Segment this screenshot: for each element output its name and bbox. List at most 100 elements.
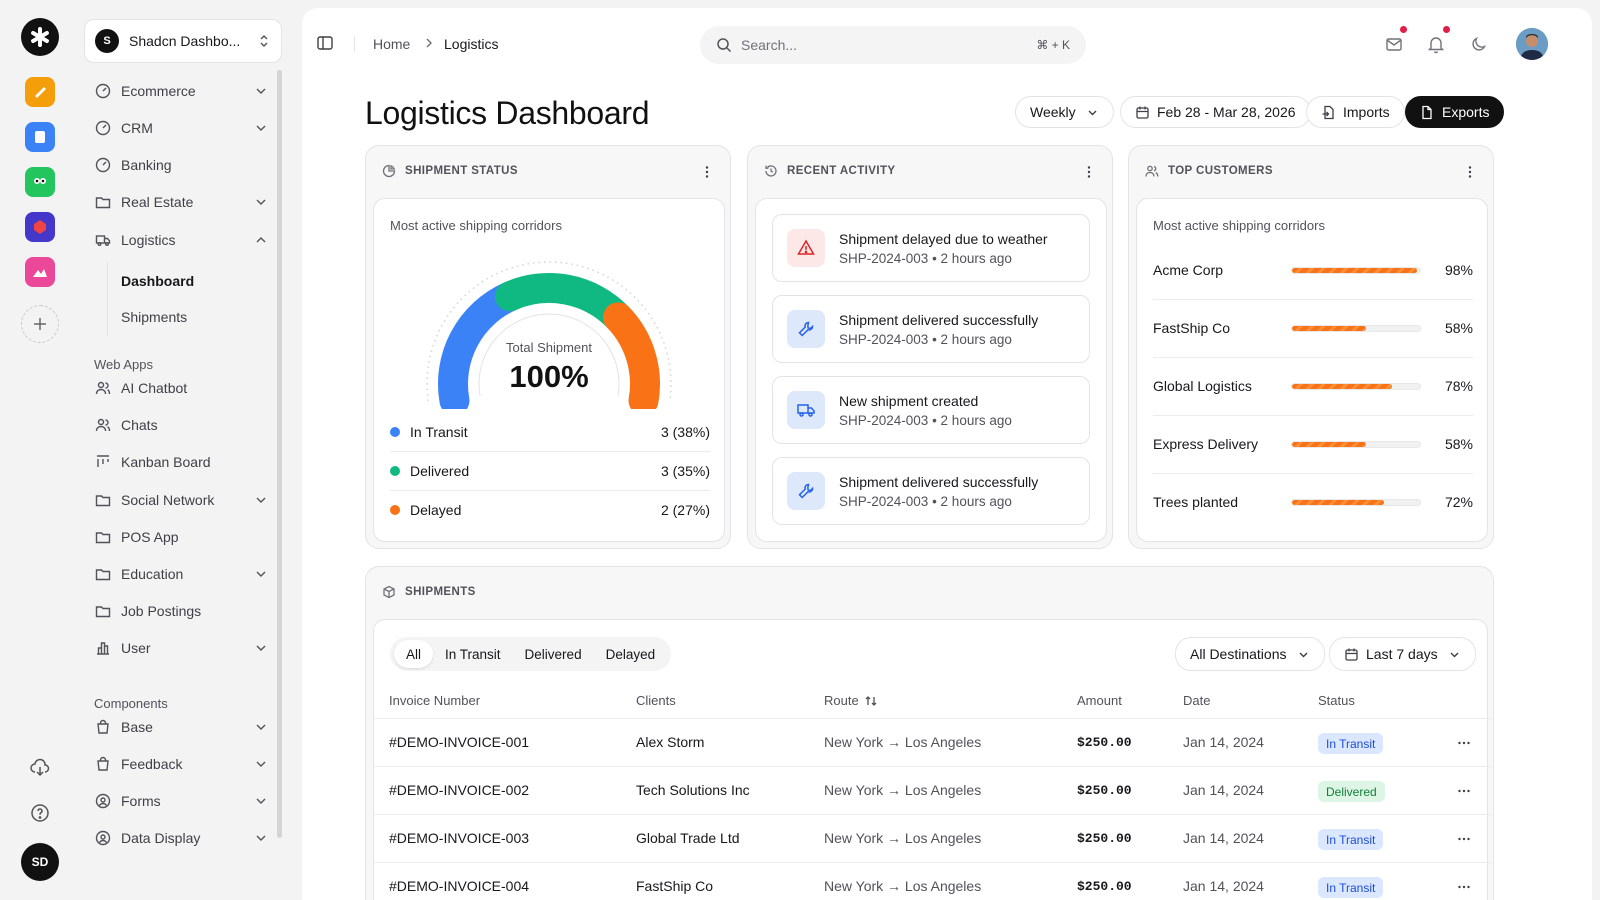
date-range-picker[interactable]: Feb 28 - Mar 28, 2026 [1120, 96, 1311, 128]
app-switch-icon[interactable] [25, 167, 55, 197]
sidebar-item-kanban-board[interactable]: Kanban Board [94, 447, 268, 477]
more-vertical-icon[interactable] [699, 164, 715, 180]
period-select[interactable]: Weekly [1015, 96, 1114, 128]
sidebar-item-education[interactable]: Education [94, 559, 268, 589]
date-range-value: Feb 28 - Mar 28, 2026 [1157, 104, 1296, 120]
sidebar-item-job-postings[interactable]: Job Postings [94, 596, 268, 626]
table-row[interactable]: #DEMO-INVOICE-002 Tech Solutions Inc New… [374, 766, 1491, 814]
sidebar-item-real-estate[interactable]: Real Estate [94, 187, 268, 217]
moon-icon[interactable] [1469, 34, 1489, 54]
exports-button[interactable]: Exports [1405, 96, 1505, 128]
top-customers-body: Most active shipping corridors Acme Corp… [1136, 198, 1488, 542]
sidebar-item-banking[interactable]: Banking [94, 150, 268, 180]
mail-icon[interactable] [1384, 34, 1404, 54]
destination-filter[interactable]: All Destinations [1175, 637, 1325, 671]
tab-delayed[interactable]: Delayed [594, 640, 668, 668]
profile-avatar[interactable] [1516, 28, 1548, 60]
warning-icon [787, 229, 825, 267]
customer-percent: 72% [1444, 494, 1473, 510]
sidebar-item-crm[interactable]: CRM [94, 113, 268, 143]
truck-icon [94, 231, 112, 249]
tab-delivered[interactable]: Delivered [513, 640, 594, 668]
history-icon [765, 165, 777, 177]
sidebar-subitem-shipments[interactable]: Shipments [121, 309, 187, 325]
sidebar-subitem-dashboard[interactable]: Dashboard [121, 273, 194, 289]
activity-item[interactable]: Shipment delayed due to weather SHP-2024… [772, 214, 1090, 282]
sidebar-item-ai-chatbot[interactable]: AI Chatbot [94, 373, 268, 403]
sidebar-scrollbar[interactable] [277, 70, 282, 838]
users-icon [1145, 165, 1159, 177]
legend-value: 3 (38%) [660, 424, 710, 440]
sidebar-item-chats[interactable]: Chats [94, 410, 268, 440]
customer-progress [1291, 498, 1421, 506]
status-badge: In Transit [1318, 877, 1384, 898]
sidebar-item-social-network[interactable]: Social Network [94, 485, 268, 515]
chevron-updown-icon [260, 35, 268, 47]
activity-item[interactable]: New shipment created SHP-2024-003 • 2 ho… [772, 376, 1090, 444]
shipment-id: SHP-2024-003 [839, 493, 929, 509]
column-header-invoice[interactable]: Invoice Number [389, 693, 480, 708]
chevron-down-icon [1450, 652, 1459, 657]
kanban-icon [94, 453, 112, 471]
bell-icon[interactable] [1426, 34, 1446, 54]
column-header-amount[interactable]: Amount [1077, 693, 1122, 708]
column-header-status[interactable]: Status [1318, 693, 1355, 708]
workspace-switcher[interactable]: S Shadcn Dashbo... [84, 19, 282, 63]
gauge-icon [94, 156, 112, 174]
shipment-id: SHP-2024-003 [839, 331, 929, 347]
sidebar-item-ecommerce[interactable]: Ecommerce [94, 76, 268, 106]
sidebar-item-label: Logistics [121, 232, 176, 248]
cloud-download-icon[interactable] [29, 757, 51, 779]
column-header-date[interactable]: Date [1183, 693, 1210, 708]
sidebar-item-data-display[interactable]: Data Display [94, 823, 268, 853]
activity-time: 2 hours ago [940, 331, 1012, 347]
table-row[interactable]: #DEMO-INVOICE-001 Alex Storm New York → … [374, 718, 1491, 766]
more-horizontal-icon[interactable] [1456, 879, 1472, 895]
column-header-clients[interactable]: Clients [636, 693, 676, 708]
gauge-icon [94, 82, 112, 100]
file-import-icon [1322, 105, 1334, 119]
folder-icon [94, 193, 112, 211]
activity-title: New shipment created [839, 392, 979, 409]
customer-progress [1291, 266, 1421, 274]
sidebar-item-forms[interactable]: Forms [94, 786, 268, 816]
imports-button[interactable]: Imports [1306, 96, 1405, 128]
sidebar-item-label: AI Chatbot [121, 380, 188, 396]
more-vertical-icon[interactable] [1462, 164, 1478, 180]
app-switch-icon[interactable] [25, 257, 55, 287]
sidebar-item-base[interactable]: Base [94, 712, 268, 742]
invoice-number: #DEMO-INVOICE-001 [389, 734, 530, 750]
search-input[interactable]: Search... ⌘ + K [700, 26, 1086, 64]
activity-item[interactable]: Shipment delivered successfully SHP-2024… [772, 295, 1090, 363]
activity-item[interactable]: Shipment delivered successfully SHP-2024… [772, 457, 1090, 525]
more-horizontal-icon[interactable] [1456, 735, 1472, 751]
app-switch-icon[interactable] [25, 122, 55, 152]
activity-meta: SHP-2024-003 • 2 hours ago [839, 493, 1012, 509]
status-badge: In Transit [1318, 829, 1384, 850]
more-vertical-icon[interactable] [1081, 164, 1097, 180]
help-icon[interactable] [29, 802, 51, 824]
sidebar-item-pos-app[interactable]: POS App [94, 522, 268, 552]
breadcrumb-home[interactable]: Home [373, 36, 410, 52]
brand-logo-icon[interactable] [21, 18, 59, 56]
sidebar-item-label: User [121, 640, 151, 656]
more-horizontal-icon[interactable] [1456, 831, 1472, 847]
column-header-route[interactable]: Route [824, 693, 878, 708]
customer-name: Global Logistics [1153, 378, 1252, 394]
sidebar-toggle-icon[interactable] [316, 34, 334, 52]
user-avatar[interactable]: SD [21, 843, 59, 881]
more-horizontal-icon[interactable] [1456, 783, 1472, 799]
sidebar-item-logistics[interactable]: Logistics [94, 225, 268, 255]
add-app-icon[interactable] [21, 305, 59, 343]
app-switch-icon[interactable] [25, 77, 55, 107]
app-switch-icon[interactable] [25, 212, 55, 242]
sidebar-item-feedback[interactable]: Feedback [94, 749, 268, 779]
table-row[interactable]: #DEMO-INVOICE-004 FastShip Co New York →… [374, 862, 1491, 900]
sidebar-item-user[interactable]: User [94, 633, 268, 663]
tab-all[interactable]: All [394, 640, 434, 668]
series-dot [390, 466, 400, 476]
tab-in-transit[interactable]: In Transit [433, 640, 513, 668]
table-row[interactable]: #DEMO-INVOICE-003 Global Trade Ltd New Y… [374, 814, 1491, 862]
bag-icon [94, 755, 112, 773]
range-filter[interactable]: Last 7 days [1329, 637, 1476, 671]
